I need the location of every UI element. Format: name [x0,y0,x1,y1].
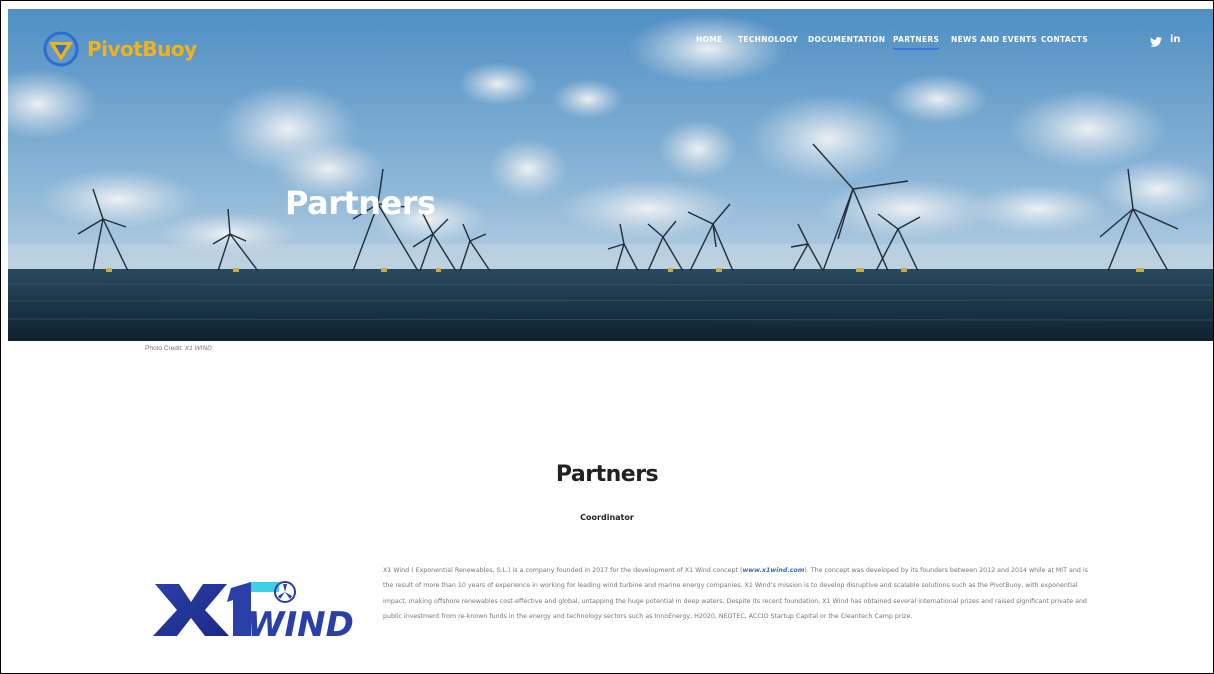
page-frame: PivotBuoy HOME TECHNOLOGY DOCUMENTATION … [0,0,1214,674]
svg-text:WIND: WIND [247,605,354,640]
nav-item-home[interactable]: HOME [696,35,722,44]
twitter-icon[interactable] [1150,37,1162,47]
nav-item-partners[interactable]: PARTNERS [893,35,940,50]
hero-banner: PivotBuoy HOME TECHNOLOGY DOCUMENTATION … [8,9,1213,341]
partner-website-link[interactable]: www.x1wind.com [742,567,804,574]
section-title: Partners [555,462,659,487]
photo-credit: Photo Credit: X1 WIND [145,345,212,352]
nav-item-documentation[interactable]: DOCUMENTATION [808,35,885,44]
coordinator-label: Coordinator [580,513,634,522]
nav-item-news-and-events[interactable]: NEWS AND EVENTS [951,35,1037,44]
linkedin-icon[interactable]: in [1170,34,1181,45]
main-nav: HOME TECHNOLOGY DOCUMENTATION PARTNERS N… [8,35,1213,55]
x1wind-logo: WIND [153,581,354,640]
hero-title: Partners [285,184,436,222]
nav-item-technology[interactable]: TECHNOLOGY [738,35,798,44]
nav-item-contacts[interactable]: CONTACTS [1041,35,1088,44]
partner-description: X1 Wind ( Exponential Renewables, S.L.) … [383,567,1088,621]
